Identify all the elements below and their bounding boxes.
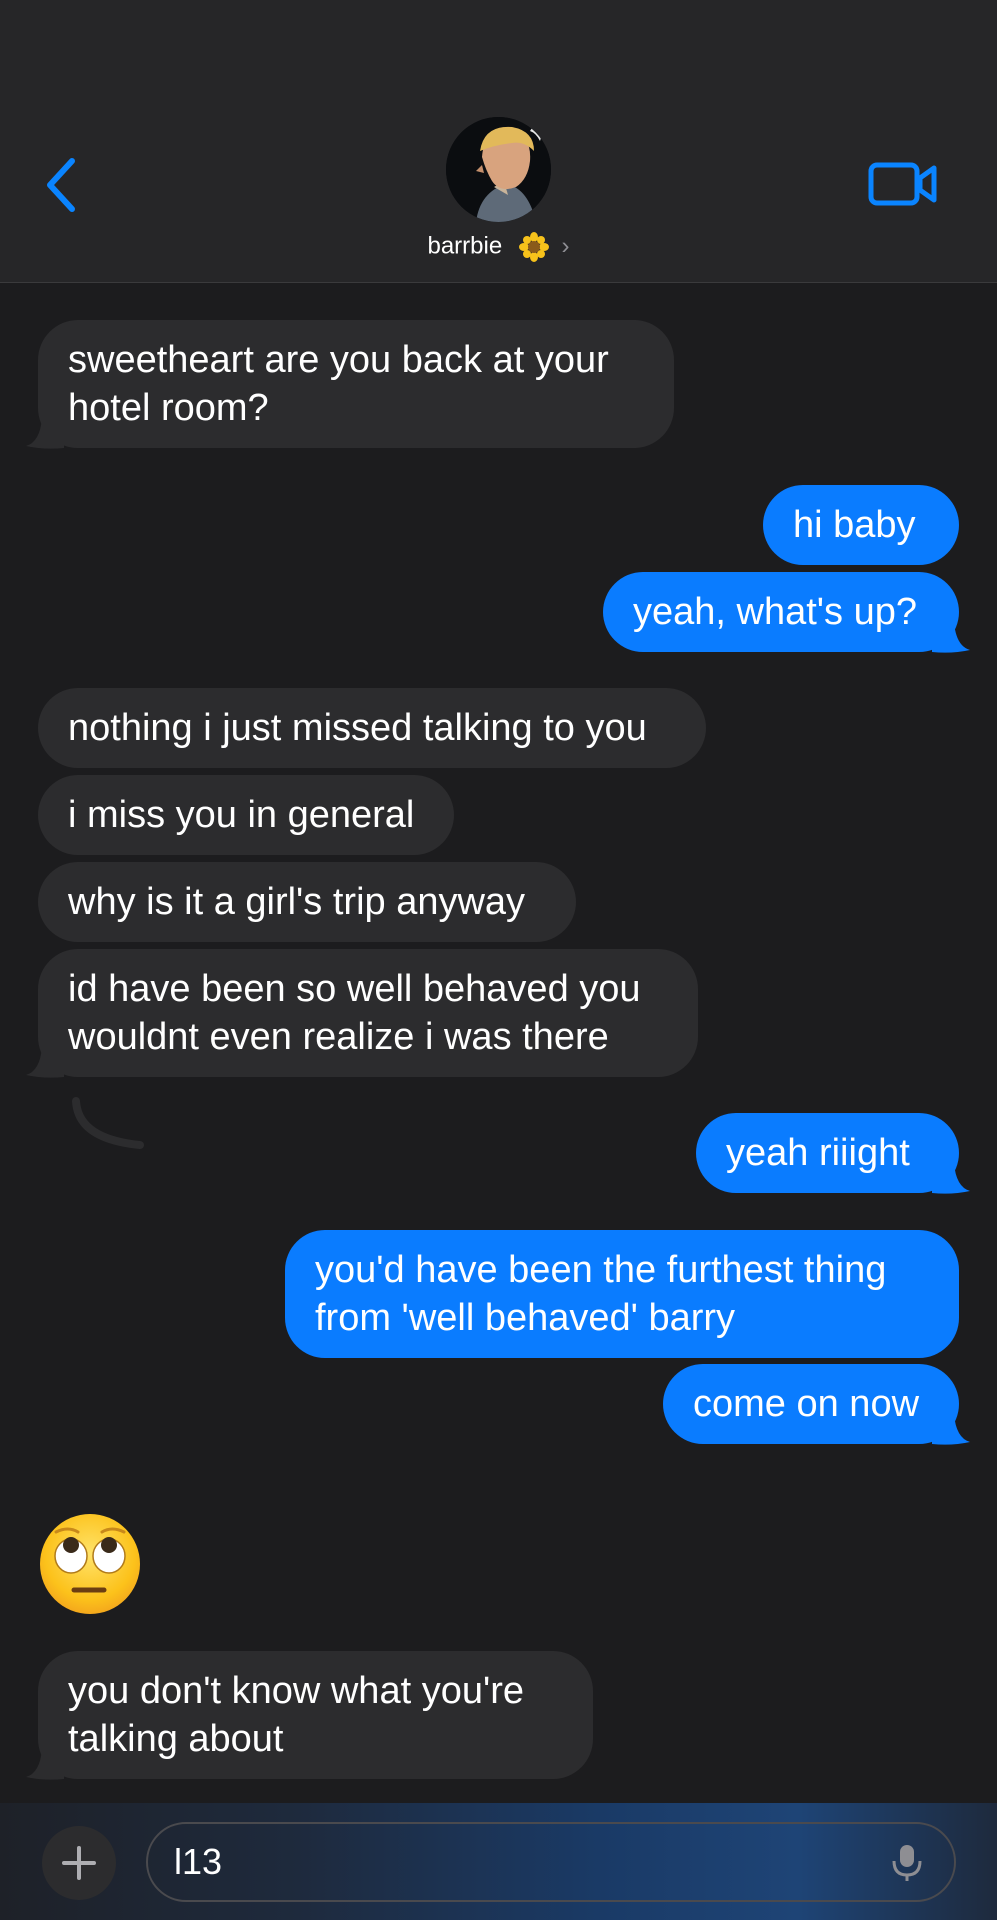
contact-name-row[interactable]: barrbie › bbox=[0, 232, 997, 262]
bubble-tail bbox=[26, 418, 64, 449]
contact-avatar[interactable] bbox=[446, 117, 551, 222]
outgoing-message[interactable]: hi baby bbox=[763, 485, 959, 565]
outgoing-message[interactable]: come on now bbox=[663, 1364, 959, 1444]
message-line: yeah, what's up? bbox=[633, 591, 917, 633]
message-input[interactable] bbox=[146, 1822, 956, 1902]
message-line: nothing i just missed talking to you bbox=[68, 707, 647, 749]
bubble-tail bbox=[26, 1047, 64, 1078]
incoming-message[interactable]: i miss you in general bbox=[38, 775, 454, 855]
message-line: wouldnt even realize i was there bbox=[68, 1016, 609, 1058]
video-camera-icon[interactable] bbox=[868, 160, 938, 208]
face-with-rolling-eyes-emoji[interactable] bbox=[38, 1512, 142, 1616]
plus-icon bbox=[62, 1846, 96, 1880]
chevron-right-icon: › bbox=[561, 232, 570, 260]
outgoing-message[interactable]: yeah, what's up? bbox=[603, 572, 959, 652]
outgoing-message[interactable]: yeah riiight bbox=[696, 1113, 959, 1193]
incoming-message[interactable]: nothing i just missed talking to you bbox=[38, 688, 706, 768]
typing-indicator-remnant bbox=[72, 1097, 144, 1149]
contact-name: barrbie bbox=[427, 232, 503, 260]
bubble-tail bbox=[932, 622, 970, 653]
message-line: hi baby bbox=[793, 504, 916, 546]
bubble-tail bbox=[932, 1163, 970, 1194]
outgoing-message[interactable]: you'd have been the furthest thing from … bbox=[285, 1230, 959, 1358]
bubble-tail bbox=[932, 1414, 970, 1445]
message-line: from 'well behaved' barry bbox=[315, 1297, 736, 1339]
message-line: you'd have been the furthest thing bbox=[315, 1249, 887, 1291]
incoming-message[interactable]: you don't know what you're talking about bbox=[38, 1651, 593, 1779]
sunflower-emoji-icon bbox=[518, 232, 549, 262]
incoming-message[interactable]: sweetheart are you back at your hotel ro… bbox=[38, 320, 674, 448]
incoming-message[interactable]: why is it a girl's trip anyway bbox=[38, 862, 576, 942]
message-line: why is it a girl's trip anyway bbox=[68, 881, 526, 923]
chevron-left-icon[interactable] bbox=[42, 155, 82, 215]
message-line: sweetheart are you back at your bbox=[68, 339, 609, 381]
message-line: talking about bbox=[68, 1718, 284, 1760]
bubble-tail bbox=[26, 1749, 64, 1780]
message-line: id have been so well behaved you bbox=[68, 968, 641, 1010]
add-attachment-button[interactable] bbox=[42, 1826, 116, 1900]
conversation-header: barrbie › bbox=[0, 0, 997, 283]
microphone-icon[interactable] bbox=[890, 1843, 924, 1883]
message-line: hotel room? bbox=[68, 387, 269, 429]
message-line: come on now bbox=[693, 1383, 920, 1425]
incoming-message[interactable]: id have been so well behaved you wouldnt… bbox=[38, 949, 698, 1077]
message-line: i miss you in general bbox=[68, 794, 415, 836]
message-line: yeah riiight bbox=[726, 1132, 910, 1174]
message-line: you don't know what you're bbox=[68, 1670, 524, 1712]
